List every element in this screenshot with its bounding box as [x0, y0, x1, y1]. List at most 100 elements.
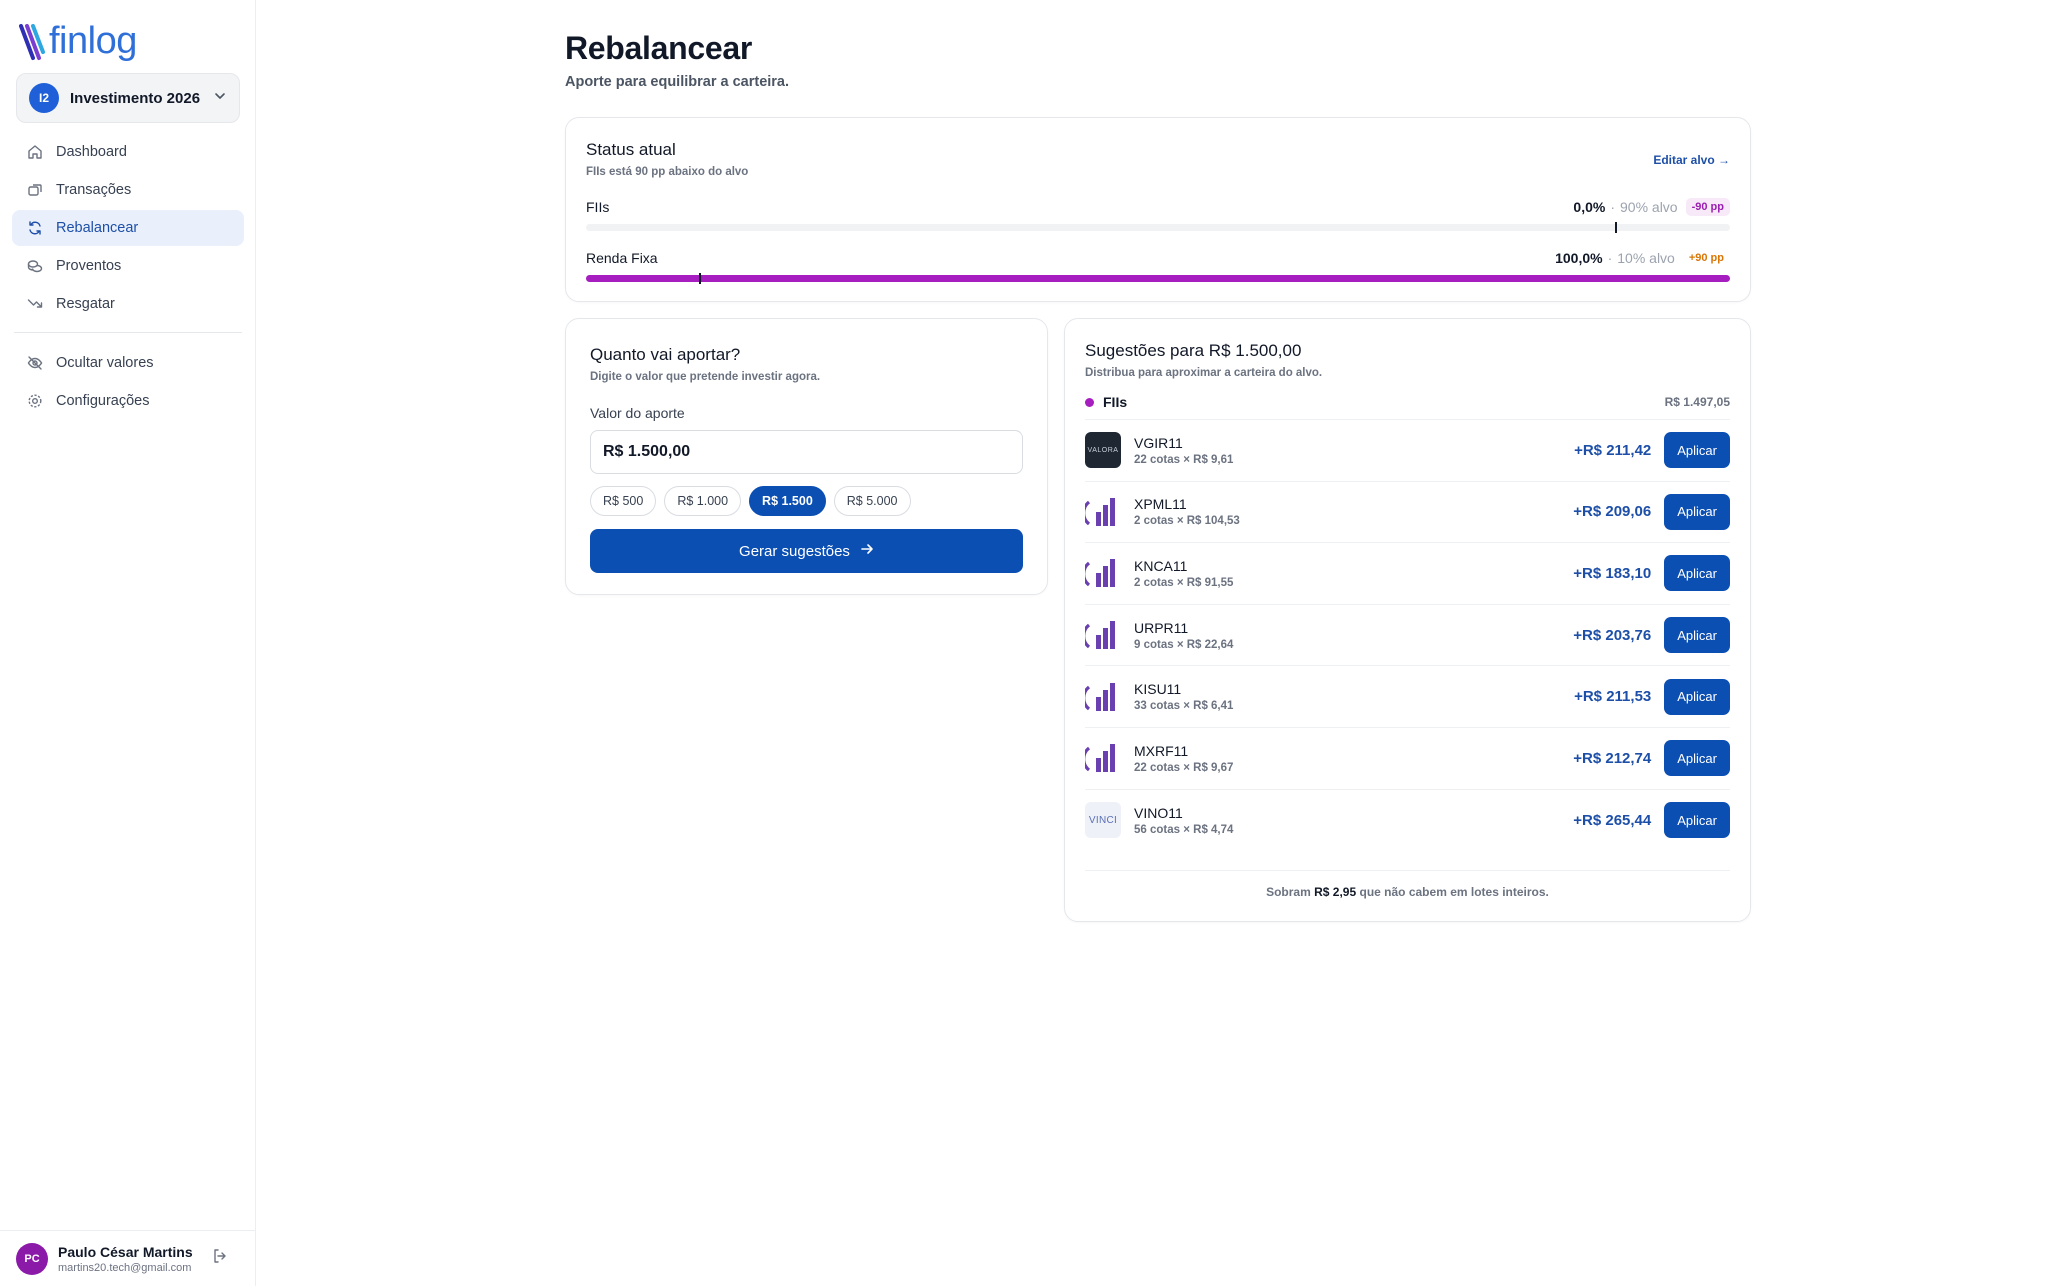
- allocation-bar: [586, 273, 1730, 284]
- asset-quantity: 56 cotas × R$ 4,74: [1134, 823, 1234, 836]
- apply-button[interactable]: Aplicar: [1664, 617, 1730, 654]
- button-label: Gerar sugestões: [739, 542, 850, 560]
- vinci-logo-icon: VINCI: [1085, 802, 1121, 839]
- asset-quantity: 22 cotas × R$ 9,61: [1134, 453, 1234, 466]
- nav-label: Configurações: [56, 393, 150, 409]
- workspace-badge: I2: [29, 83, 59, 113]
- allocation-label: FIIs: [586, 199, 610, 215]
- sidebar: finlog I2 Investimento 2026 Dashboard Tr…: [0, 0, 256, 1286]
- nav-item-dashboard[interactable]: Dashboard: [12, 134, 244, 170]
- allocation-row-renda-fixa: Renda Fixa 100,0% · 10% alvo +90 pp: [586, 249, 1730, 284]
- apply-button[interactable]: Aplicar: [1664, 678, 1730, 715]
- remainder-prefix: Sobram: [1266, 885, 1311, 899]
- aporte-subtitle: Digite o valor que pretende investir ago…: [590, 371, 821, 383]
- transfer-icon: [26, 181, 44, 199]
- nav-item-resgatar[interactable]: Resgatar: [12, 286, 244, 322]
- status-subtitle: FIIs está 90 pp abaixo do alvo: [586, 166, 749, 178]
- asset-quantity: 2 cotas × R$ 91,55: [1134, 576, 1234, 589]
- xp-fund-logo-icon: [1085, 740, 1121, 777]
- trend-down-icon: [26, 295, 44, 313]
- page-title: Rebalancear: [565, 30, 753, 66]
- aporte-title: Quanto vai aportar?: [590, 345, 741, 364]
- apply-button[interactable]: Aplicar: [1664, 802, 1730, 839]
- nav-label: Ocultar valores: [56, 355, 154, 371]
- asset-ticker: VGIR11: [1134, 434, 1183, 451]
- xp-fund-logo-icon: [1085, 555, 1121, 592]
- asset-ticker: XPML11: [1134, 496, 1187, 513]
- asset-ticker: VINO11: [1134, 804, 1183, 821]
- coins-icon: [26, 257, 44, 275]
- asset-amount: +R$ 212,74: [1573, 749, 1652, 767]
- status-title: Status atual: [586, 140, 676, 159]
- apply-button[interactable]: Aplicar: [1664, 555, 1730, 592]
- nav-item-rebalancear[interactable]: Rebalancear: [12, 210, 244, 246]
- edit-target-link[interactable]: Editar alvo →: [1653, 153, 1730, 167]
- asset-quantity: 2 cotas × R$ 104,53: [1134, 515, 1240, 528]
- allocation-delta-badge: +90 pp: [1688, 252, 1724, 264]
- asset-amount: +R$ 183,10: [1573, 564, 1652, 582]
- asset-row: MXRF11 22 cotas × R$ 9,67 +R$ 212,74 Apl…: [1085, 728, 1730, 790]
- nav-divider: [14, 332, 242, 333]
- allocation-bar-fill: [586, 275, 1730, 282]
- asset-ticker: URPR11: [1134, 619, 1189, 636]
- chip-1000[interactable]: R$ 1.000: [664, 486, 742, 516]
- allocation-label: Renda Fixa: [586, 250, 658, 266]
- arrow-right-icon: [860, 542, 874, 560]
- generate-suggestions-button[interactable]: Gerar sugestões: [590, 529, 1023, 573]
- nav-item-configuracoes[interactable]: Configurações: [12, 383, 244, 419]
- chip-5000[interactable]: R$ 5.000: [833, 486, 911, 516]
- asset-row: VALORA VGIR11 22 cotas × R$ 9,61 +R$ 211…: [1085, 420, 1730, 482]
- chevron-down-icon: [213, 89, 227, 108]
- allocation-target-marker: [699, 273, 702, 284]
- asset-row: KISU11 33 cotas × R$ 6,41 +R$ 211,53 Apl…: [1085, 666, 1730, 728]
- user-profile[interactable]: PC Paulo César Martins martins20.tech@gm…: [0, 1230, 256, 1286]
- nav-item-transacoes[interactable]: Transações: [12, 172, 244, 208]
- group-color-dot: [1085, 397, 1094, 407]
- nav-label: Dashboard: [56, 144, 127, 160]
- asset-ticker: KNCA11: [1134, 557, 1188, 574]
- refresh-icon: [26, 219, 44, 237]
- logout-icon[interactable]: [212, 1248, 228, 1269]
- asset-amount: +R$ 211,42: [1574, 441, 1652, 459]
- workspace-selector[interactable]: I2 Investimento 2026: [16, 73, 240, 123]
- nav-label: Proventos: [56, 258, 122, 274]
- allocation-target: 10% alvo: [1617, 250, 1675, 266]
- apply-button[interactable]: Aplicar: [1664, 493, 1730, 530]
- avatar: PC: [16, 1242, 48, 1275]
- group-name: FIIs: [1103, 394, 1128, 410]
- asset-quantity: 9 cotas × R$ 22,64: [1134, 638, 1234, 651]
- finlog-logo-mark: [19, 23, 45, 60]
- user-name: Paulo César Martins: [58, 1243, 193, 1260]
- allocation-target-marker: [1614, 222, 1617, 233]
- asset-list: VALORA VGIR11 22 cotas × R$ 9,61 +R$ 211…: [1085, 420, 1730, 851]
- allocation-bar: [586, 222, 1730, 233]
- main-nav: Dashboard Transações Rebalancear Provent…: [12, 134, 244, 421]
- finlog-logo[interactable]: finlog: [19, 20, 137, 63]
- asset-row: KNCA11 2 cotas × R$ 91,55 +R$ 183,10 Apl…: [1085, 543, 1730, 605]
- suggestions-subtitle: Distribua para aproximar a carteira do a…: [1085, 367, 1323, 379]
- chip-500[interactable]: R$ 500: [590, 486, 657, 516]
- nav-label: Resgatar: [56, 296, 115, 312]
- asset-row: VINCI VINO11 56 cotas × R$ 4,74 +R$ 265,…: [1085, 790, 1730, 852]
- page-subtitle: Aporte para equilibrar a carteira.: [565, 74, 790, 90]
- logo-text: finlog: [49, 20, 137, 62]
- asset-row: URPR11 9 cotas × R$ 22,64 +R$ 203,76 Apl…: [1085, 605, 1730, 667]
- nav-label: Transações: [56, 182, 132, 198]
- asset-amount: +R$ 203,76: [1573, 626, 1652, 644]
- xp-fund-logo-icon: [1085, 678, 1121, 715]
- allocation-row-fiis: FIIs 0,0% · 90% alvo -90 pp: [586, 198, 1730, 233]
- group-total: R$ 1.497,05: [1664, 395, 1730, 409]
- asset-quantity: 22 cotas × R$ 9,67: [1134, 761, 1234, 774]
- asset-amount: +R$ 211,53: [1574, 688, 1652, 706]
- xp-fund-logo-icon: [1085, 493, 1121, 530]
- nav-item-proventos[interactable]: Proventos: [12, 248, 244, 284]
- apply-button[interactable]: Aplicar: [1664, 432, 1730, 469]
- separator-dot: ·: [1610, 199, 1615, 215]
- separator-dot: ·: [1607, 250, 1613, 266]
- apply-button[interactable]: Aplicar: [1664, 740, 1730, 777]
- allocation-current: 0,0%: [1573, 199, 1606, 215]
- valora-logo-icon: VALORA: [1085, 432, 1121, 469]
- aporte-value-input[interactable]: R$ 1.500,00: [590, 430, 1023, 474]
- chip-1500[interactable]: R$ 1.500: [749, 486, 826, 516]
- nav-item-ocultar-valores[interactable]: Ocultar valores: [12, 345, 244, 381]
